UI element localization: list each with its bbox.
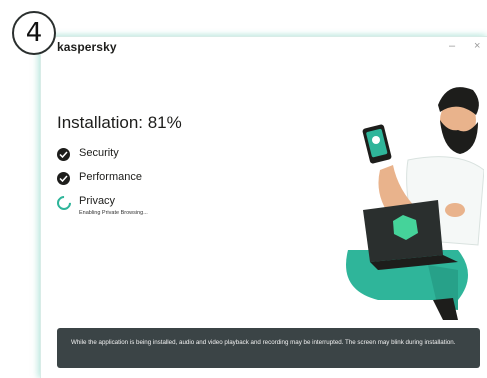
- installation-progress-title: Installation: 81%: [57, 113, 182, 132]
- step-number-badge: 4: [12, 11, 56, 55]
- installation-notice-banner: While the application is being installed…: [57, 328, 480, 368]
- notice-text: While the application is being installed…: [71, 339, 456, 346]
- step-label: Performance: [79, 171, 142, 183]
- check-circle-icon: [57, 172, 70, 185]
- step-label: Security: [79, 147, 119, 159]
- check-circle-icon: [57, 148, 70, 161]
- step-status-text: Enabling Private Browsing...: [79, 210, 148, 216]
- kaspersky-logo: kaspersky: [57, 40, 117, 54]
- man-with-laptop-illustration: [346, 87, 484, 320]
- step-label: Privacy: [79, 195, 116, 207]
